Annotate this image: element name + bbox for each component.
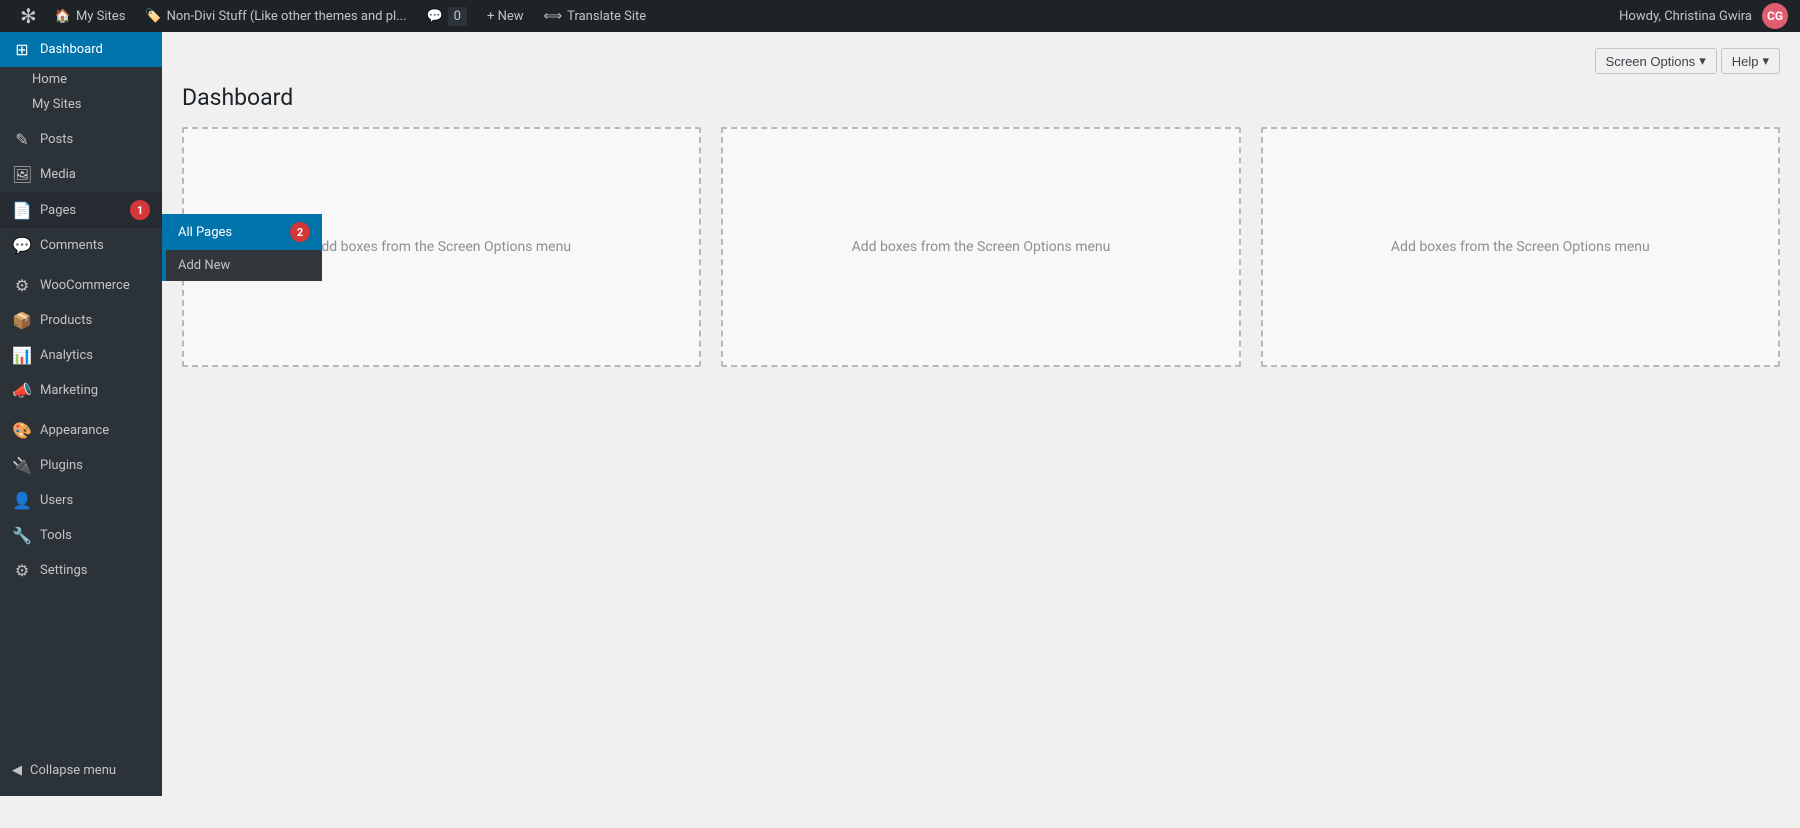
collapse-menu-button[interactable]: ◀ Collapse menu	[0, 755, 162, 786]
analytics-icon: 📊	[12, 346, 32, 365]
dashboard-box-2: Add boxes from the Screen Options menu	[721, 127, 1240, 367]
sidebar-item-analytics[interactable]: 📊 Analytics	[0, 338, 162, 373]
submenu-all-pages[interactable]: All Pages 2	[166, 214, 322, 250]
media-icon: 🖼	[12, 165, 32, 184]
comment-icon: 💬	[426, 9, 442, 24]
sidebar-item-home[interactable]: Home	[0, 67, 162, 92]
sidebar-item-posts[interactable]: ✎ Posts	[0, 122, 162, 157]
sidebar-item-appearance[interactable]: 🎨 Appearance	[0, 413, 162, 448]
tools-icon: 🔧	[12, 526, 32, 545]
dashboard-box-3: Add boxes from the Screen Options menu	[1261, 127, 1780, 367]
products-icon: 📦	[12, 311, 32, 330]
sidebar-item-settings[interactable]: ⚙ Settings	[0, 553, 162, 588]
sidebar-item-comments[interactable]: 💬 Comments	[0, 228, 162, 263]
main-content: Screen Options ▾ Help ▾ Dashboard Add bo…	[162, 32, 1800, 796]
adminbar-comments[interactable]: 💬 0	[416, 0, 477, 32]
appearance-icon: 🎨	[12, 421, 32, 440]
chevron-down-icon: ▾	[1699, 53, 1706, 69]
my-sites-icon: 🏠	[55, 9, 71, 24]
top-bar: Screen Options ▾ Help ▾	[182, 42, 1780, 80]
pages-icon: 📄	[12, 201, 32, 220]
adminbar-site-title[interactable]: 🏷️ Non-Divi Stuff (Like other themes and…	[135, 0, 416, 32]
sidebar-item-products[interactable]: 📦 Products	[0, 303, 162, 338]
dashboard-icon: ⊞	[12, 40, 32, 59]
woo-icon: ⚙	[12, 276, 32, 295]
sidebar-item-plugins[interactable]: 🔌 Plugins	[0, 448, 162, 483]
adminbar-my-sites[interactable]: 🏠 My Sites	[45, 0, 136, 32]
adminbar-translate[interactable]: ⟺ Translate Site	[534, 0, 657, 32]
wp-logo-icon[interactable]: ✻	[12, 4, 45, 28]
sidebar-item-media[interactable]: 🖼 Media	[0, 157, 162, 192]
sidebar-item-users[interactable]: 👤 Users	[0, 483, 162, 518]
sidebar-item-dashboard[interactable]: ⊞ Dashboard	[0, 32, 162, 67]
plugins-icon: 🔌	[12, 456, 32, 475]
site-icon: 🏷️	[145, 9, 161, 24]
settings-icon: ⚙	[12, 561, 32, 580]
collapse-icon: ◀	[12, 763, 22, 778]
users-icon: 👤	[12, 491, 32, 510]
sidebar-item-my-sites[interactable]: My Sites	[0, 92, 162, 117]
help-button[interactable]: Help ▾	[1721, 48, 1780, 74]
dashboard-grid: Add boxes from the Screen Options menu A…	[182, 127, 1780, 367]
sidebar-item-pages[interactable]: 📄 Pages 1	[0, 192, 162, 228]
user-avatar[interactable]: CG	[1762, 3, 1788, 29]
sidebar-item-woocommerce[interactable]: ⚙ WooCommerce	[0, 268, 162, 303]
comments-icon: 💬	[12, 236, 32, 255]
adminbar-new[interactable]: + New	[477, 0, 534, 32]
pages-submenu: All Pages 2 Add New	[162, 214, 322, 281]
sidebar: ⊞ Dashboard Home My Sites ✎ Posts 🖼 Medi…	[0, 32, 162, 796]
sidebar-item-marketing[interactable]: 📣 Marketing	[0, 373, 162, 408]
screen-options-button[interactable]: Screen Options ▾	[1595, 48, 1717, 74]
page-title: Dashboard	[182, 84, 1780, 111]
chevron-down-icon: ▾	[1762, 53, 1769, 69]
sidebar-item-tools[interactable]: 🔧 Tools	[0, 518, 162, 553]
submenu-add-new[interactable]: Add New	[166, 250, 322, 281]
admin-bar: ✻ 🏠 My Sites 🏷️ Non-Divi Stuff (Like oth…	[0, 0, 1800, 32]
adminbar-user: Howdy, Christina Gwira CG	[1619, 3, 1788, 29]
marketing-icon: 📣	[12, 381, 32, 400]
posts-icon: ✎	[12, 130, 32, 149]
translate-icon: ⟺	[544, 9, 563, 24]
